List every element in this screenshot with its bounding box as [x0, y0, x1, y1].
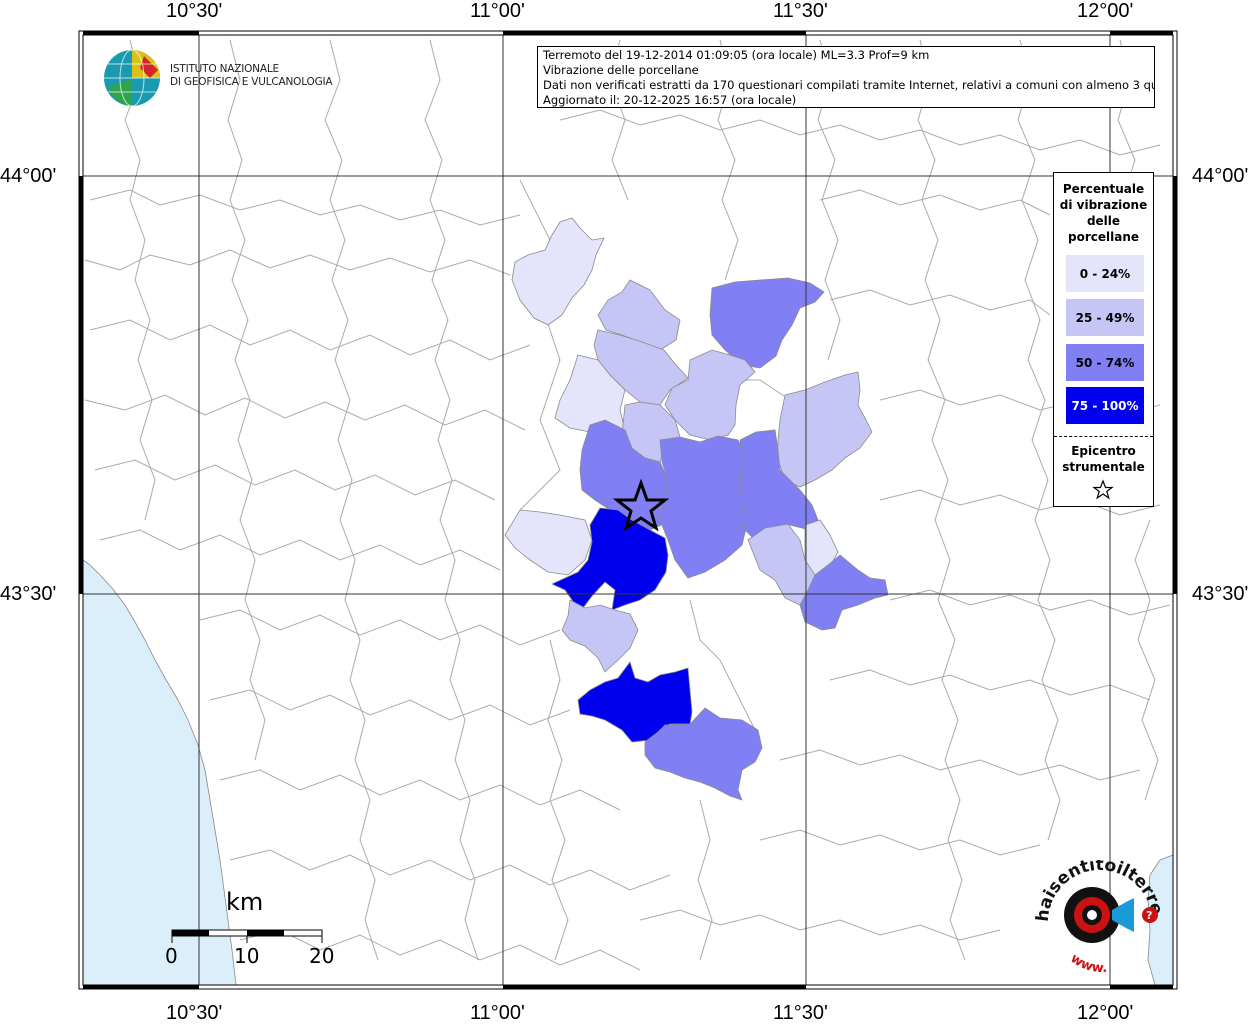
lon-top-3: 11°30' [773, 0, 828, 22]
info-line-1: Terremoto del 19-12-2014 01:09:05 (ora l… [543, 48, 930, 62]
legend-title: Percentuale di vibrazione delle porcella… [1059, 182, 1148, 244]
legend-item-0-24[interactable]: 0 - 24% [1066, 255, 1144, 292]
legend-item-25-49[interactable]: 25 - 49% [1066, 299, 1144, 336]
lon-bottom-1: 10°30' [166, 1002, 223, 1024]
svg-text:?: ? [1146, 909, 1152, 922]
scale-unit-label: km [226, 888, 264, 916]
legend-star-icon [1092, 479, 1114, 500]
lat-right-1: 44°00' [1192, 165, 1249, 187]
info-line-2: Vibrazione delle porcellane [543, 63, 699, 77]
lat-left-1: 44°00' [0, 165, 57, 187]
lon-bottom-2: 11°00' [470, 1002, 525, 1024]
ingv-logo-icon [104, 49, 160, 107]
lat-right-2: 43°30' [1192, 583, 1249, 605]
info-line-4: Aggiornato il: 20-12-2025 16:57 (ora loc… [543, 93, 797, 107]
haisentito-logo-icon[interactable]: haisentitoilterremoto.it www. ? [1030, 860, 1165, 980]
earthquake-info-box: Terremoto del 19-12-2014 01:09:05 (ora l… [537, 46, 1155, 108]
lon-top-4: 12°00' [1077, 0, 1134, 22]
lon-top-2: 11°00' [470, 0, 525, 22]
legend: Percentuale di vibrazione delle porcella… [1053, 172, 1154, 507]
legend-item-75-100[interactable]: 75 - 100% [1066, 387, 1144, 424]
scale-tick-10: 10 [234, 944, 260, 968]
svg-text:www.: www. [1068, 951, 1108, 976]
legend-divider [1054, 436, 1153, 437]
lat-left-2: 43°30' [0, 583, 57, 605]
info-line-3: Dati non verificati estratti da 170 ques… [543, 78, 1155, 92]
legend-item-50-74[interactable]: 50 - 74% [1066, 344, 1144, 381]
scale-tick-20: 20 [309, 944, 335, 968]
lon-top-1: 10°30' [166, 0, 223, 22]
lon-bottom-4: 12°00' [1077, 1002, 1134, 1024]
scale-tick-0: 0 [165, 944, 178, 968]
ingv-logo-text: ISTITUTO NAZIONALE DI GEOFISICA E VULCAN… [170, 63, 333, 88]
watermark-www-text: www. [1068, 951, 1108, 976]
legend-epicenter-title: Epicentro strumentale [1062, 444, 1145, 474]
lon-bottom-3: 11°30' [773, 1002, 828, 1024]
